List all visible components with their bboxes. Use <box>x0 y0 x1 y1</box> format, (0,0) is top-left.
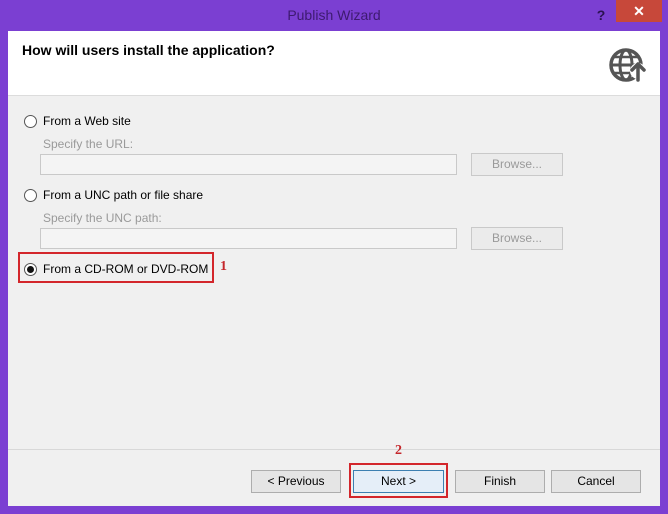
previous-button[interactable]: < Previous <box>251 470 341 493</box>
step1-number: 1 <box>220 259 227 274</box>
url-browse-button[interactable]: Browse... <box>471 153 563 176</box>
unc-path-radio[interactable] <box>24 189 37 202</box>
page-heading: How will users install the application? <box>22 42 275 58</box>
title-bar: Publish Wizard ? ✕ <box>0 0 668 30</box>
close-button[interactable]: ✕ <box>616 0 662 22</box>
url-input[interactable] <box>40 154 457 175</box>
web-site-label[interactable]: From a Web site <box>43 114 131 128</box>
wizard-header: How will users install the application? <box>8 31 660 96</box>
url-label: Specify the URL: <box>43 137 134 151</box>
next-button[interactable]: Next > <box>353 470 444 493</box>
step1-highlight <box>18 252 214 283</box>
unc-path-input[interactable] <box>40 228 457 249</box>
wizard-body: How will users install the application? … <box>8 31 660 506</box>
publish-wizard-window: Publish Wizard ? ✕ How will users instal… <box>0 0 668 514</box>
cancel-button[interactable]: Cancel <box>551 470 641 493</box>
unc-path-sub-label: Specify the UNC path: <box>43 211 162 225</box>
unc-path-label[interactable]: From a UNC path or file share <box>43 188 203 202</box>
help-button[interactable]: ? <box>588 4 614 26</box>
finish-button[interactable]: Finish <box>455 470 545 493</box>
unc-browse-button[interactable]: Browse... <box>471 227 563 250</box>
footer-divider <box>8 449 660 450</box>
step2-number: 2 <box>395 443 402 458</box>
globe-publish-icon <box>609 48 646 82</box>
window-title: Publish Wizard <box>287 7 381 23</box>
close-icon: ✕ <box>633 3 645 19</box>
web-site-radio[interactable] <box>24 115 37 128</box>
